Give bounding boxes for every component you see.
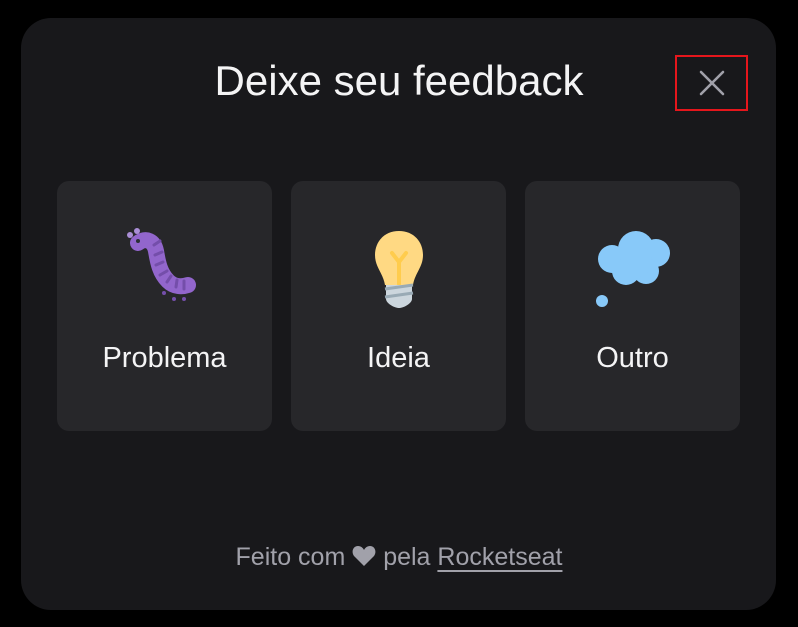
footer-prefix: Feito com — [235, 543, 346, 571]
thought-balloon-icon — [596, 231, 670, 307]
close-button[interactable] — [675, 55, 748, 111]
option-label: Ideia — [367, 342, 430, 374]
option-outro[interactable]: Outro — [525, 181, 740, 431]
caterpillar-bug-icon — [127, 228, 196, 301]
option-problema[interactable]: Problema — [57, 181, 272, 431]
rocketseat-link[interactable]: Rocketseat — [437, 543, 562, 571]
option-label: Outro — [596, 342, 669, 374]
option-ideia[interactable]: Ideia — [291, 181, 506, 431]
heart-icon — [352, 546, 376, 566]
close-icon — [699, 70, 724, 96]
footer: Feito com pela Rocketseat — [0, 541, 798, 573]
option-label: Problema — [102, 342, 227, 374]
footer-middle: pela — [383, 543, 431, 571]
light-bulb-icon — [375, 231, 423, 308]
